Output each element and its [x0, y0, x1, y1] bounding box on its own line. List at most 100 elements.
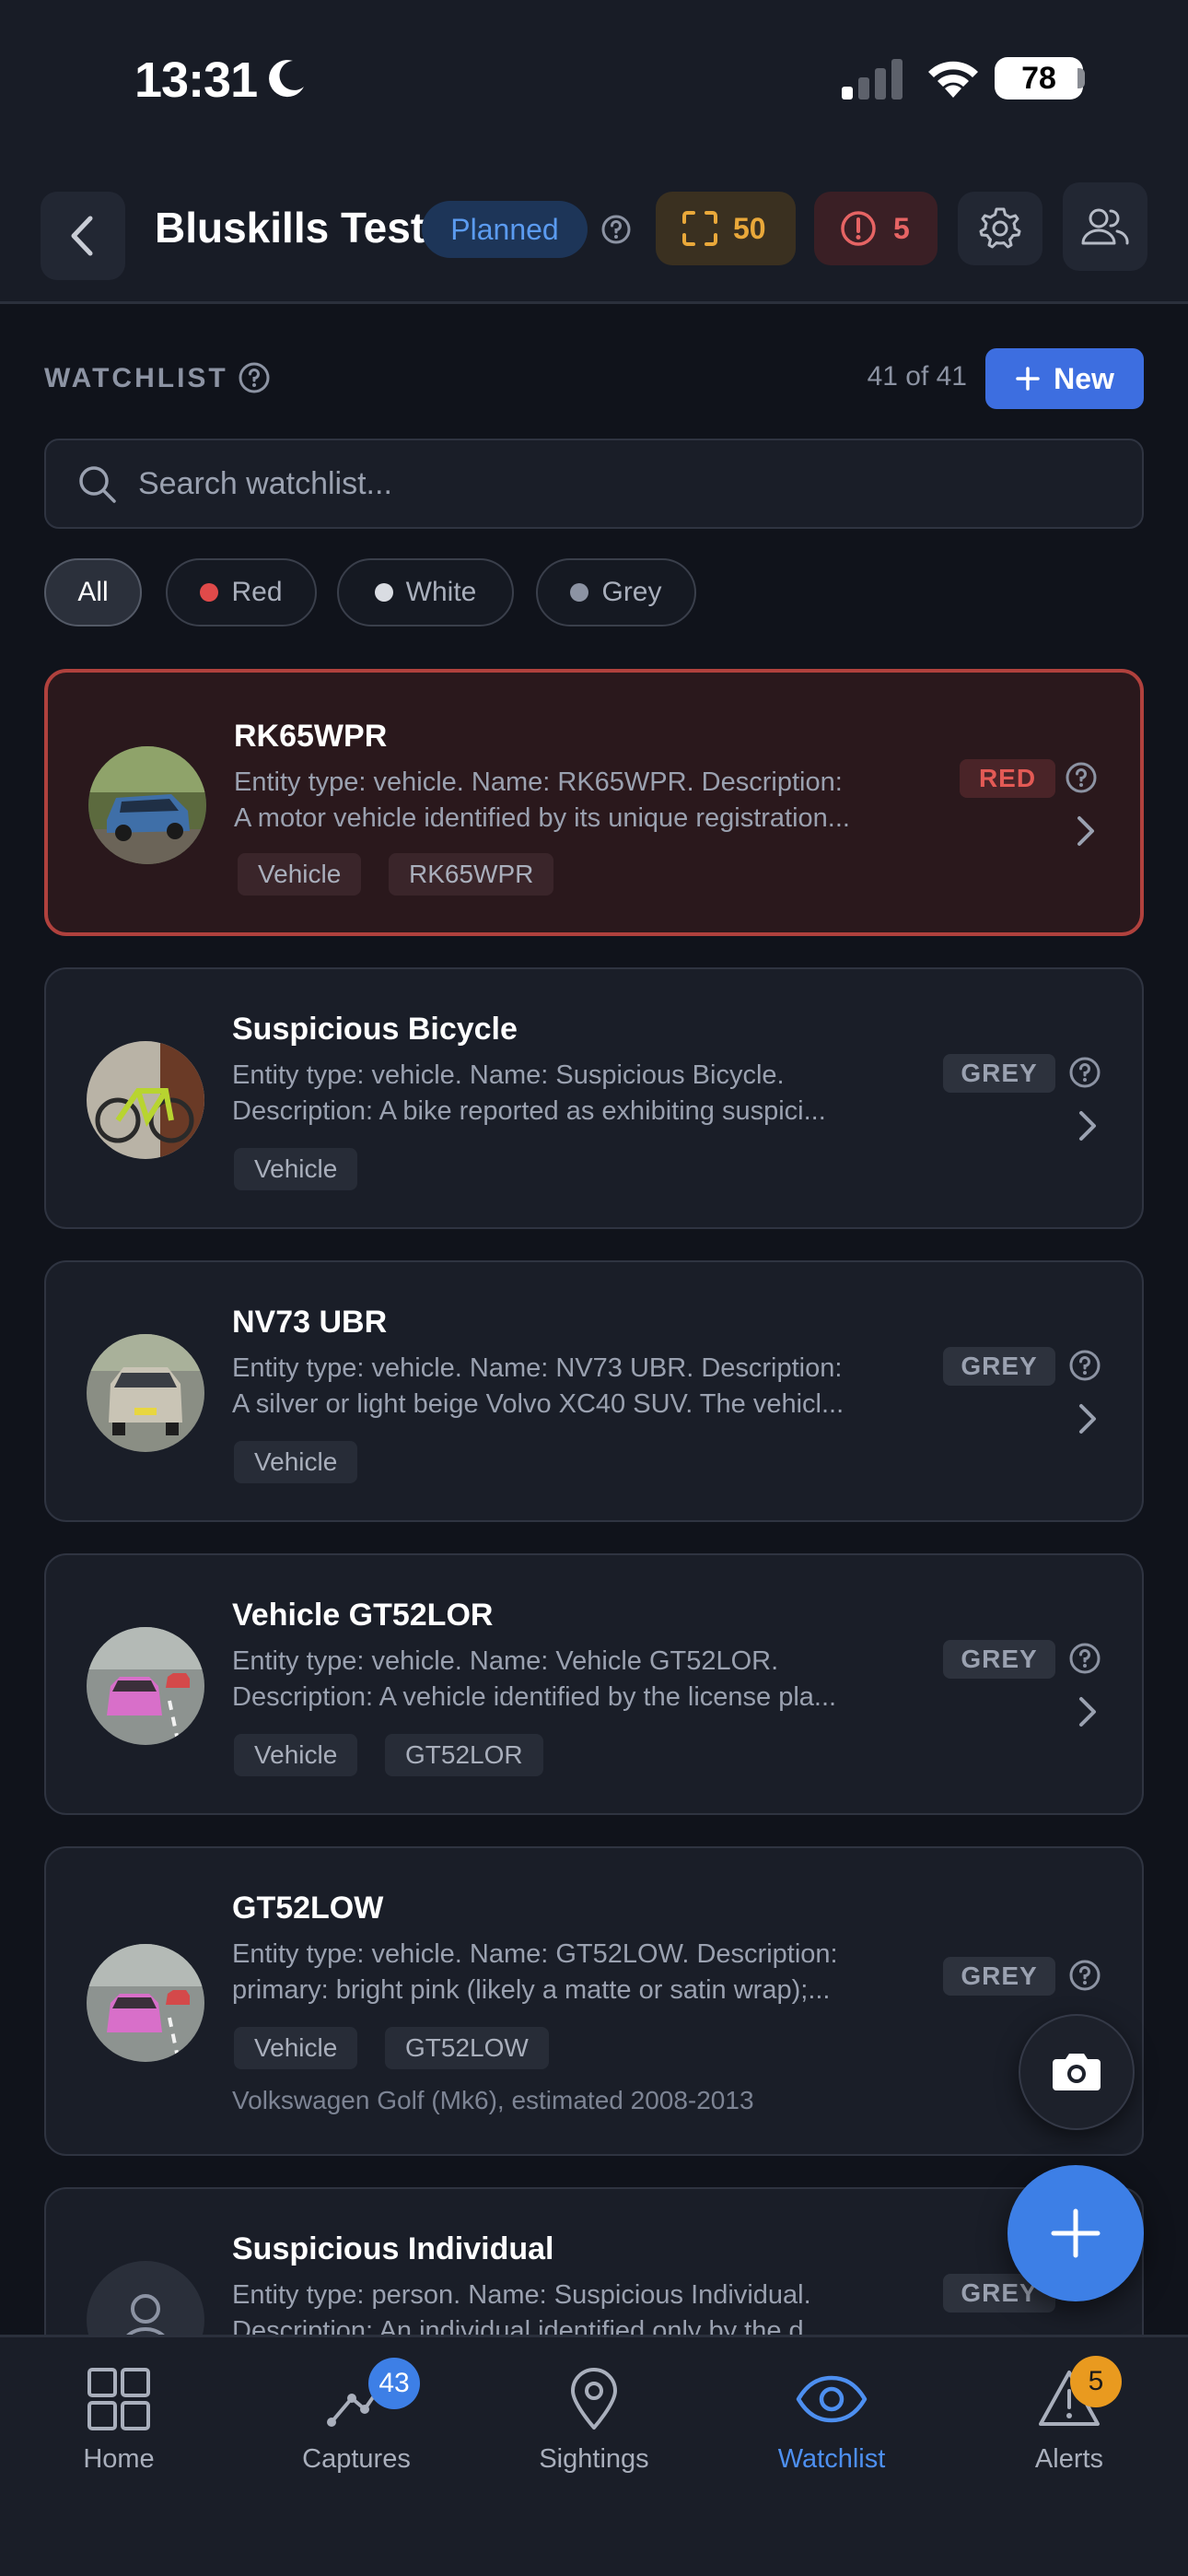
help-icon[interactable]: [600, 214, 632, 245]
page-title: Bluskills Test: [155, 204, 425, 252]
new-button-label: New: [1054, 361, 1114, 395]
status-time: 13:31: [134, 53, 258, 108]
add-button[interactable]: [1007, 2165, 1144, 2301]
entity-title: GT52LOW: [232, 1891, 384, 1926]
nav-watchlist[interactable]: Watchlist: [713, 2356, 950, 2494]
search-icon: [79, 466, 116, 503]
filter-label: White: [405, 577, 477, 607]
threat-level-badge: GREY: [943, 1347, 1055, 1386]
help-icon[interactable]: [1068, 1959, 1101, 1992]
chevron-left-icon: [71, 216, 93, 256]
chevron-right-icon: [1077, 816, 1094, 846]
nav-label: Alerts: [1034, 2444, 1104, 2474]
entity-description: Entity type: vehicle. Name: NV73 UBR. De…: [232, 1353, 844, 1419]
wifi-icon: [928, 61, 978, 98]
camera-button[interactable]: [1019, 2014, 1135, 2130]
entity-tag: GT52LOW: [385, 2027, 549, 2069]
users-icon: [1081, 208, 1129, 245]
nav-alerts[interactable]: Alerts 5: [950, 2356, 1188, 2494]
status-badge[interactable]: Planned: [422, 201, 588, 258]
team-button[interactable]: [1063, 182, 1147, 271]
threat-level-badge: GREY: [943, 1957, 1055, 1996]
plus-icon: [1051, 2208, 1101, 2258]
entity-description: Entity type: vehicle. Name: Vehicle GT52…: [232, 1646, 837, 1712]
grey-dot-icon: [570, 583, 589, 602]
watchlist-card[interactable]: RK65WPR Entity type: vehicle. Name: RK65…: [44, 669, 1144, 936]
scan-frame-icon: [682, 211, 717, 246]
entity-tag: Vehicle: [234, 2027, 358, 2069]
watchlist-card[interactable]: Vehicle GT52LOR Entity type: vehicle. Na…: [44, 1553, 1144, 1815]
threat-level-badge: GREY: [943, 1054, 1055, 1093]
entity-thumbnail: [87, 1041, 204, 1159]
entity-title: NV73 UBR: [232, 1305, 388, 1340]
nav-label: Watchlist: [777, 2444, 886, 2474]
chevron-right-icon: [1079, 1111, 1096, 1141]
filter-chip-white[interactable]: White: [337, 558, 514, 626]
entity-description: Entity type: vehicle. Name: Suspicious B…: [232, 1060, 826, 1126]
status-bar: 13:31 78: [0, 0, 1188, 157]
back-button[interactable]: [41, 192, 125, 280]
entity-title: Vehicle GT52LOR: [232, 1598, 494, 1633]
help-icon[interactable]: [1068, 1349, 1101, 1382]
nav-home[interactable]: Home: [0, 2356, 238, 2494]
watchlist-card[interactable]: Suspicious Bicycle Entity type: vehicle.…: [44, 967, 1144, 1229]
eye-icon: [796, 2375, 868, 2423]
nav-sightings[interactable]: Sightings: [475, 2356, 713, 2494]
captures-count-button[interactable]: 50: [656, 192, 796, 265]
threat-level-badge: RED: [960, 759, 1055, 798]
entity-tag: Vehicle: [234, 1734, 358, 1776]
filter-chip-all[interactable]: All: [44, 558, 142, 626]
red-dot-icon: [200, 583, 219, 602]
entity-tag: RK65WPR: [389, 853, 554, 896]
nav-label: Sightings: [539, 2444, 649, 2474]
alerts-count-button[interactable]: 5: [814, 192, 938, 265]
threat-level-badge: GREY: [943, 1640, 1055, 1679]
entity-tag: Vehicle: [238, 853, 362, 896]
bottom-nav: Home Captures 43 Sightings Watchlist Ale…: [0, 2335, 1188, 2576]
battery-level: 78: [1021, 61, 1056, 96]
entity-thumbnail: [88, 746, 206, 864]
entity-description: Entity type: vehicle. Name: GT52LOW. Des…: [232, 1939, 838, 2005]
filter-chip-red[interactable]: Red: [166, 558, 317, 626]
filter-chip-grey[interactable]: Grey: [536, 558, 696, 626]
entity-title: Suspicious Bicycle: [232, 1012, 518, 1047]
entity-thumbnail: [87, 1944, 204, 2062]
captures-badge: 43: [368, 2358, 420, 2409]
plus-icon: [1016, 367, 1040, 391]
chevron-right-icon: [1079, 1697, 1096, 1727]
filter-label: Red: [231, 577, 283, 607]
help-icon[interactable]: [1068, 1642, 1101, 1675]
captures-count: 50: [733, 211, 766, 245]
settings-button[interactable]: [958, 192, 1042, 265]
help-icon[interactable]: [1065, 761, 1098, 794]
grid-icon: [87, 2368, 150, 2430]
filter-label: Grey: [601, 577, 662, 607]
watchlist-card[interactable]: GT52LOW Entity type: vehicle. Name: GT52…: [44, 1846, 1144, 2156]
top-header: Bluskills Test Planned 50 5: [0, 157, 1188, 304]
search-field[interactable]: [44, 439, 1144, 529]
entity-tag: Vehicle: [234, 1148, 358, 1190]
filter-label: All: [77, 577, 109, 607]
alerts-badge: 5: [1070, 2356, 1122, 2407]
nav-label: Captures: [302, 2444, 411, 2474]
entity-thumbnail: [87, 1627, 204, 1745]
new-watchlist-button[interactable]: New: [985, 348, 1144, 409]
camera-icon: [1053, 2054, 1101, 2090]
help-icon[interactable]: [238, 361, 271, 394]
alert-circle-icon: [841, 211, 876, 246]
entity-thumbnail: [87, 1334, 204, 1452]
nav-captures[interactable]: Captures 43: [238, 2356, 475, 2494]
entity-model-info: Volkswagen Golf (Mk6), estimated 2008-20…: [232, 2086, 754, 2114]
battery-tip: [1077, 68, 1085, 88]
search-input[interactable]: [138, 440, 1114, 527]
entity-title: Suspicious Individual: [232, 2231, 554, 2266]
alerts-count: 5: [893, 211, 910, 245]
map-pin-icon: [571, 2368, 617, 2430]
signal-icon: [842, 59, 903, 100]
entity-title: RK65WPR: [234, 719, 388, 754]
watchlist-card[interactable]: NV73 UBR Entity type: vehicle. Name: NV7…: [44, 1260, 1144, 1522]
section-label: WATCHLIST: [44, 363, 228, 393]
battery-indicator: 78: [995, 57, 1083, 100]
help-icon[interactable]: [1068, 1056, 1101, 1089]
entity-tag: Vehicle: [234, 1441, 358, 1483]
